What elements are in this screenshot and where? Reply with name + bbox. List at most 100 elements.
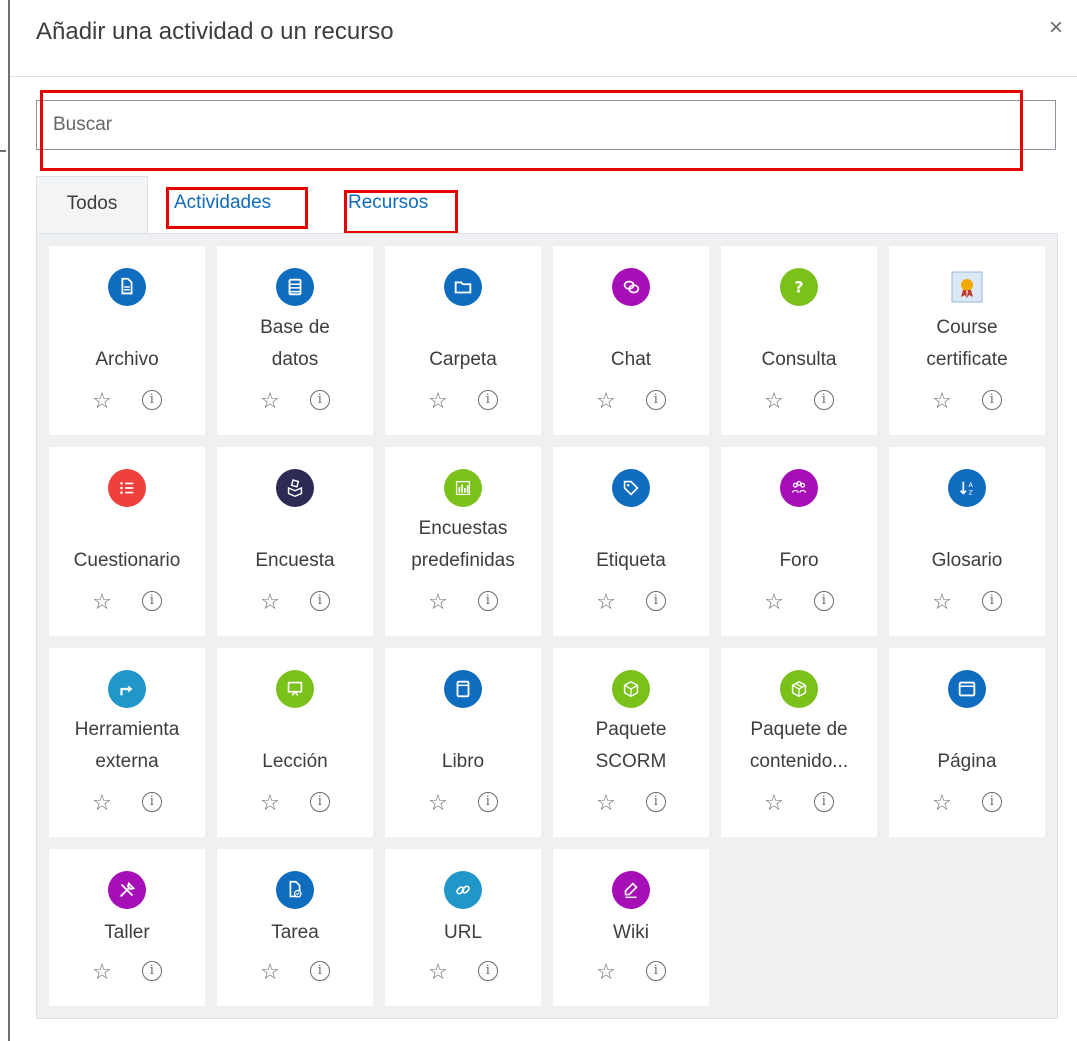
module-card[interactable]: Tarea ☆ i (217, 849, 373, 1006)
module-card[interactable]: Base de datos ☆ i (217, 246, 373, 435)
star-icon[interactable]: ☆ (260, 589, 280, 615)
star-icon[interactable]: ☆ (764, 790, 784, 816)
star-icon[interactable]: ☆ (764, 388, 784, 414)
info-icon[interactable]: i (981, 591, 1002, 611)
modules-grid: Archivo ☆ i Base de datos ☆ i Carpeta ☆ i Chat ☆ i? C… (36, 233, 1058, 1019)
modal-title: Añadir una actividad o un recurso (36, 18, 394, 45)
star-icon[interactable]: ☆ (428, 388, 448, 414)
tab-activities[interactable]: Actividades (174, 176, 271, 234)
module-card[interactable]: Cuestionario ☆ i (49, 447, 205, 636)
module-card[interactable]: Wiki ☆ i (553, 849, 709, 1006)
search-input[interactable] (37, 101, 1055, 149)
module-name: Course certificate (893, 312, 1041, 376)
star-icon[interactable]: ☆ (260, 388, 280, 414)
info-icon[interactable]: i (309, 792, 330, 812)
star-icon[interactable]: ☆ (596, 388, 616, 414)
info-icon[interactable]: i (141, 792, 162, 812)
info-icon[interactable]: i (645, 792, 666, 812)
module-card[interactable]: Archivo ☆ i (49, 246, 205, 435)
forum-icon (780, 469, 818, 507)
module-name: Etiqueta (557, 545, 705, 577)
info-icon[interactable]: i (477, 591, 498, 611)
module-name: Encuestas predefinidas (389, 513, 537, 577)
tab-all[interactable]: Todos (36, 176, 148, 234)
search-field (36, 100, 1056, 150)
module-icon-wrap (889, 268, 1045, 306)
workshop-icon (108, 871, 146, 909)
module-card[interactable]: Paquete SCORM ☆ i (553, 648, 709, 837)
module-actions: ☆ i (889, 790, 1045, 816)
module-icon-wrap (49, 670, 205, 708)
star-icon[interactable]: ☆ (932, 388, 952, 414)
info-icon[interactable]: i (981, 792, 1002, 812)
module-icon-wrap (721, 670, 877, 708)
star-icon[interactable]: ☆ (428, 589, 448, 615)
star-icon[interactable]: ☆ (92, 959, 112, 985)
module-name: Lección (221, 746, 369, 778)
module-name: Libro (389, 746, 537, 778)
module-icon-wrap: ? (721, 268, 877, 306)
info-icon[interactable]: i (309, 961, 330, 981)
module-card[interactable]: Taller ☆ i (49, 849, 205, 1006)
info-icon[interactable]: i (141, 591, 162, 611)
info-icon[interactable]: i (309, 591, 330, 611)
module-card[interactable]: Course certificate ☆ i (889, 246, 1045, 435)
info-icon[interactable]: i (309, 390, 330, 410)
module-card[interactable]: URL ☆ i (385, 849, 541, 1006)
module-icon-wrap (217, 871, 373, 909)
info-icon[interactable]: i (477, 792, 498, 812)
module-card[interactable]: ? Consulta ☆ i (721, 246, 877, 435)
module-actions: ☆ i (49, 790, 205, 816)
module-name-line1: Encuestas (418, 518, 508, 539)
star-icon[interactable]: ☆ (764, 589, 784, 615)
info-icon[interactable]: i (141, 961, 162, 981)
info-icon[interactable]: i (981, 390, 1002, 410)
info-icon[interactable]: i (813, 390, 834, 410)
module-card[interactable]: Libro ☆ i (385, 648, 541, 837)
info-icon[interactable]: i (645, 390, 666, 410)
module-name-line2: predefinidas (411, 550, 515, 571)
star-icon[interactable]: ☆ (932, 589, 952, 615)
star-icon[interactable]: ☆ (92, 589, 112, 615)
info-icon[interactable]: i (141, 390, 162, 410)
module-card[interactable]: Encuestas predefinidas ☆ i (385, 447, 541, 636)
module-card[interactable]: Foro ☆ i (721, 447, 877, 636)
activity-chooser-modal: Añadir una actividad o un recurso × Todo… (10, 0, 1077, 1041)
module-card[interactable]: Herramienta externa ☆ i (49, 648, 205, 837)
module-card[interactable]: Página ☆ i (889, 648, 1045, 837)
star-icon[interactable]: ☆ (596, 959, 616, 985)
module-card[interactable]: Encuesta ☆ i (217, 447, 373, 636)
star-icon[interactable]: ☆ (596, 589, 616, 615)
star-icon[interactable]: ☆ (260, 790, 280, 816)
svg-text:Z: Z (968, 488, 973, 496)
glossary-icon: AZ (948, 469, 986, 507)
info-icon[interactable]: i (813, 591, 834, 611)
quiz-icon (108, 469, 146, 507)
info-icon[interactable]: i (477, 390, 498, 410)
star-icon[interactable]: ☆ (428, 790, 448, 816)
module-name: Tarea (221, 917, 369, 949)
module-card[interactable]: Chat ☆ i (553, 246, 709, 435)
star-icon[interactable]: ☆ (260, 959, 280, 985)
star-icon[interactable]: ☆ (92, 790, 112, 816)
module-name: Herramienta externa (53, 714, 201, 778)
info-icon[interactable]: i (645, 961, 666, 981)
star-icon[interactable]: ☆ (596, 790, 616, 816)
star-icon[interactable]: ☆ (92, 388, 112, 414)
module-card[interactable]: Lección ☆ i (217, 648, 373, 837)
module-name-line1: Foro (779, 550, 819, 571)
module-card[interactable]: Paquete de contenido... ☆ i (721, 648, 877, 837)
module-card[interactable]: A Z Glosario ☆ i (889, 447, 1045, 636)
module-name-line1: Lección (262, 751, 328, 772)
info-icon[interactable]: i (813, 792, 834, 812)
star-icon[interactable]: ☆ (932, 790, 952, 816)
module-card[interactable]: Carpeta ☆ i (385, 246, 541, 435)
star-icon[interactable]: ☆ (428, 959, 448, 985)
url-icon (444, 871, 482, 909)
close-icon[interactable]: × (1049, 14, 1063, 42)
info-icon[interactable]: i (645, 591, 666, 611)
module-actions: ☆ i (889, 388, 1045, 414)
info-icon[interactable]: i (477, 961, 498, 981)
tab-resources[interactable]: Recursos (348, 176, 428, 234)
module-card[interactable]: Etiqueta ☆ i (553, 447, 709, 636)
